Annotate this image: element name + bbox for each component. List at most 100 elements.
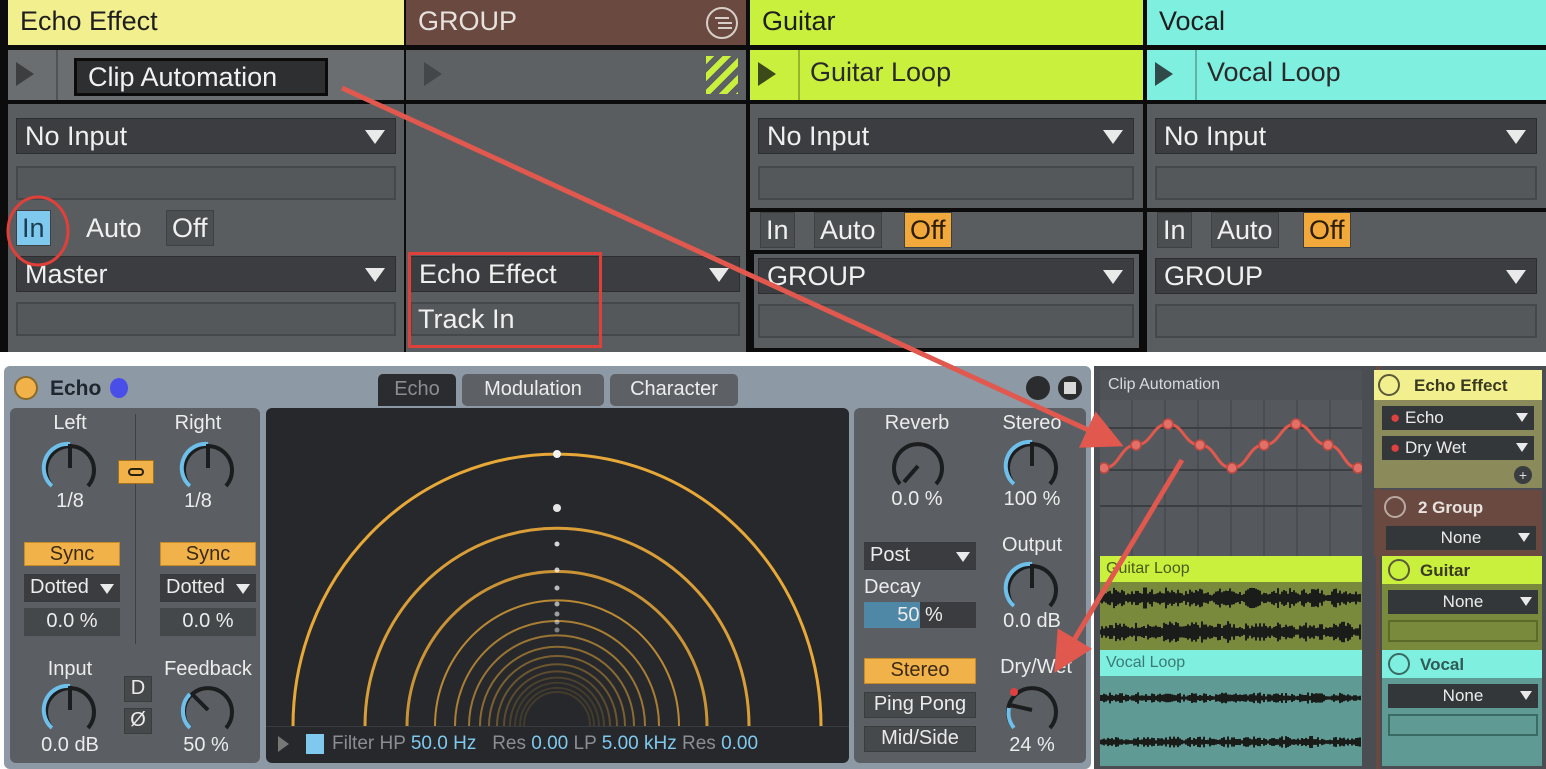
chevron-down-icon [100,584,114,594]
hp-frequency-value[interactable]: 50.0 Hz [411,733,476,754]
save-preset-icon[interactable] [1058,376,1082,400]
play-icon[interactable] [758,62,776,86]
input-type-dropdown[interactable]: No Input [16,118,396,154]
right-sync-button[interactable]: Sync [160,542,256,566]
automation-envelope[interactable] [1100,370,1362,556]
play-icon[interactable] [16,62,34,86]
reverb-knob[interactable] [888,436,948,496]
monitor-auto-button[interactable]: Auto [1211,212,1279,248]
monitor-in-button[interactable]: In [16,210,51,246]
hp-resonance-value[interactable]: 0.00 [531,733,568,754]
group-fold-icon[interactable] [706,7,738,39]
device-power-icon[interactable] [14,376,38,400]
output-channel-dropdown[interactable] [1155,304,1537,338]
play-icon[interactable] [424,62,442,86]
mode-stereo-button[interactable]: Stereo [864,658,976,684]
left-offset-field[interactable]: 0.0 % [24,608,120,636]
track-name[interactable]: 2 Group [1418,498,1483,518]
automation-breakpoint[interactable] [1130,439,1142,451]
track-name[interactable]: Guitar [1420,561,1470,581]
clip-slot[interactable]: Vocal Loop [1147,50,1546,100]
right-offset-field[interactable]: 0.0 % [160,608,256,636]
clip-name[interactable]: Vocal Loop [1207,57,1341,88]
group-fold-icon[interactable] [1384,496,1406,518]
automation-breakpoint[interactable] [1352,462,1362,474]
stereo-width-knob[interactable] [1002,436,1062,496]
track-title[interactable]: Guitar [750,0,1143,45]
device-chooser[interactable]: ● Echo [1382,406,1534,430]
fold-icon[interactable] [1378,374,1400,396]
output-type-dropdown[interactable]: GROUP [758,258,1134,294]
left-sync-mode-dropdown[interactable]: Dotted [24,574,120,602]
track-title[interactable]: GROUP [406,0,746,45]
parameter-chooser[interactable]: ● Dry Wet [1382,436,1534,460]
filter-toggle[interactable] [306,734,324,754]
automation-breakpoint[interactable] [1226,462,1238,474]
tab-character[interactable]: Character [610,374,738,406]
add-lane-icon[interactable]: + [1514,466,1532,484]
right-sync-mode-dropdown[interactable]: Dotted [160,574,256,602]
input-channel-dropdown[interactable] [1155,166,1537,200]
output-type-dropdown[interactable]: Master [16,256,396,292]
input-gain-knob[interactable] [40,680,100,740]
monitor-off-button[interactable]: Off [1303,212,1351,248]
monitor-in-button[interactable]: In [1157,212,1192,248]
output-gain-knob[interactable] [1002,558,1062,618]
monitor-auto-button[interactable]: Auto [814,212,882,248]
vocal-clip[interactable]: Vocal Loop [1100,650,1362,766]
dropdown-value: No Input [1164,121,1267,151]
automation-breakpoint[interactable] [1100,462,1110,474]
output-channel-dropdown[interactable] [16,302,396,336]
expand-filter-icon[interactable] [278,736,289,752]
input-type-dropdown[interactable]: No Input [1155,118,1537,154]
automation-breakpoint[interactable] [1290,418,1302,430]
input-type-dropdown[interactable]: No Input [758,118,1134,154]
track-title[interactable]: Echo Effect [8,0,404,45]
output-type-dropdown[interactable]: GROUP [1155,258,1537,294]
monitor-off-button[interactable]: Off [166,210,214,246]
feedback-knob[interactable] [178,680,238,740]
automation-breakpoint[interactable] [1258,439,1270,451]
left-sync-button[interactable]: Sync [24,542,120,566]
dry-wet-knob[interactable] [1002,680,1062,740]
clip-slot[interactable]: Guitar Loop [750,50,1143,100]
drive-button[interactable]: D [124,676,152,702]
track-name[interactable]: Vocal [1420,655,1464,675]
fold-icon[interactable] [1388,653,1410,675]
input-channel-dropdown[interactable] [758,166,1134,200]
clip-name[interactable]: Guitar Loop [810,57,951,88]
track-title[interactable]: Vocal [1147,0,1546,45]
right-time-knob[interactable] [178,438,238,498]
fold-icon[interactable] [1388,559,1410,581]
reverb-position-dropdown[interactable]: Post [864,542,976,570]
lp-frequency-value[interactable]: 5.00 kHz [602,733,677,754]
lp-resonance-value[interactable]: 0.00 [721,733,758,754]
monitor-auto-button[interactable]: Auto [80,210,148,246]
tab-echo[interactable]: Echo [378,374,456,406]
link-button[interactable] [118,460,154,484]
mode-ping-pong-button[interactable]: Ping Pong [864,692,976,718]
input-channel-dropdown[interactable] [16,166,396,200]
automation-breakpoint[interactable] [1162,418,1174,430]
play-icon[interactable] [1155,62,1173,86]
clip-slot[interactable] [406,50,746,100]
phase-invert-button[interactable]: Ø [124,708,152,734]
clip-name[interactable]: Clip Automation [88,62,277,93]
automation-curve[interactable] [1103,422,1359,470]
guitar-clip[interactable]: Guitar Loop [1100,556,1362,652]
automation-breakpoint[interactable] [1194,439,1206,451]
left-time-knob[interactable] [40,438,100,498]
automation-chooser[interactable]: None [1386,526,1536,550]
output-channel-dropdown[interactable] [758,304,1134,338]
hot-swap-icon[interactable] [1026,376,1050,400]
clip-slot[interactable]: Clip Automation [8,50,404,100]
tab-modulation[interactable]: Modulation [462,374,604,406]
automation-chooser[interactable]: None [1388,684,1538,708]
monitor-in-button[interactable]: In [760,212,795,248]
automation-breakpoint[interactable] [1322,439,1334,451]
track-name[interactable]: Echo Effect [1414,376,1508,396]
monitor-off-button[interactable]: Off [904,212,952,248]
decay-slider[interactable]: 50 % [864,602,976,628]
mode-mid-side-button[interactable]: Mid/Side [864,726,976,752]
automation-chooser[interactable]: None [1388,590,1538,614]
